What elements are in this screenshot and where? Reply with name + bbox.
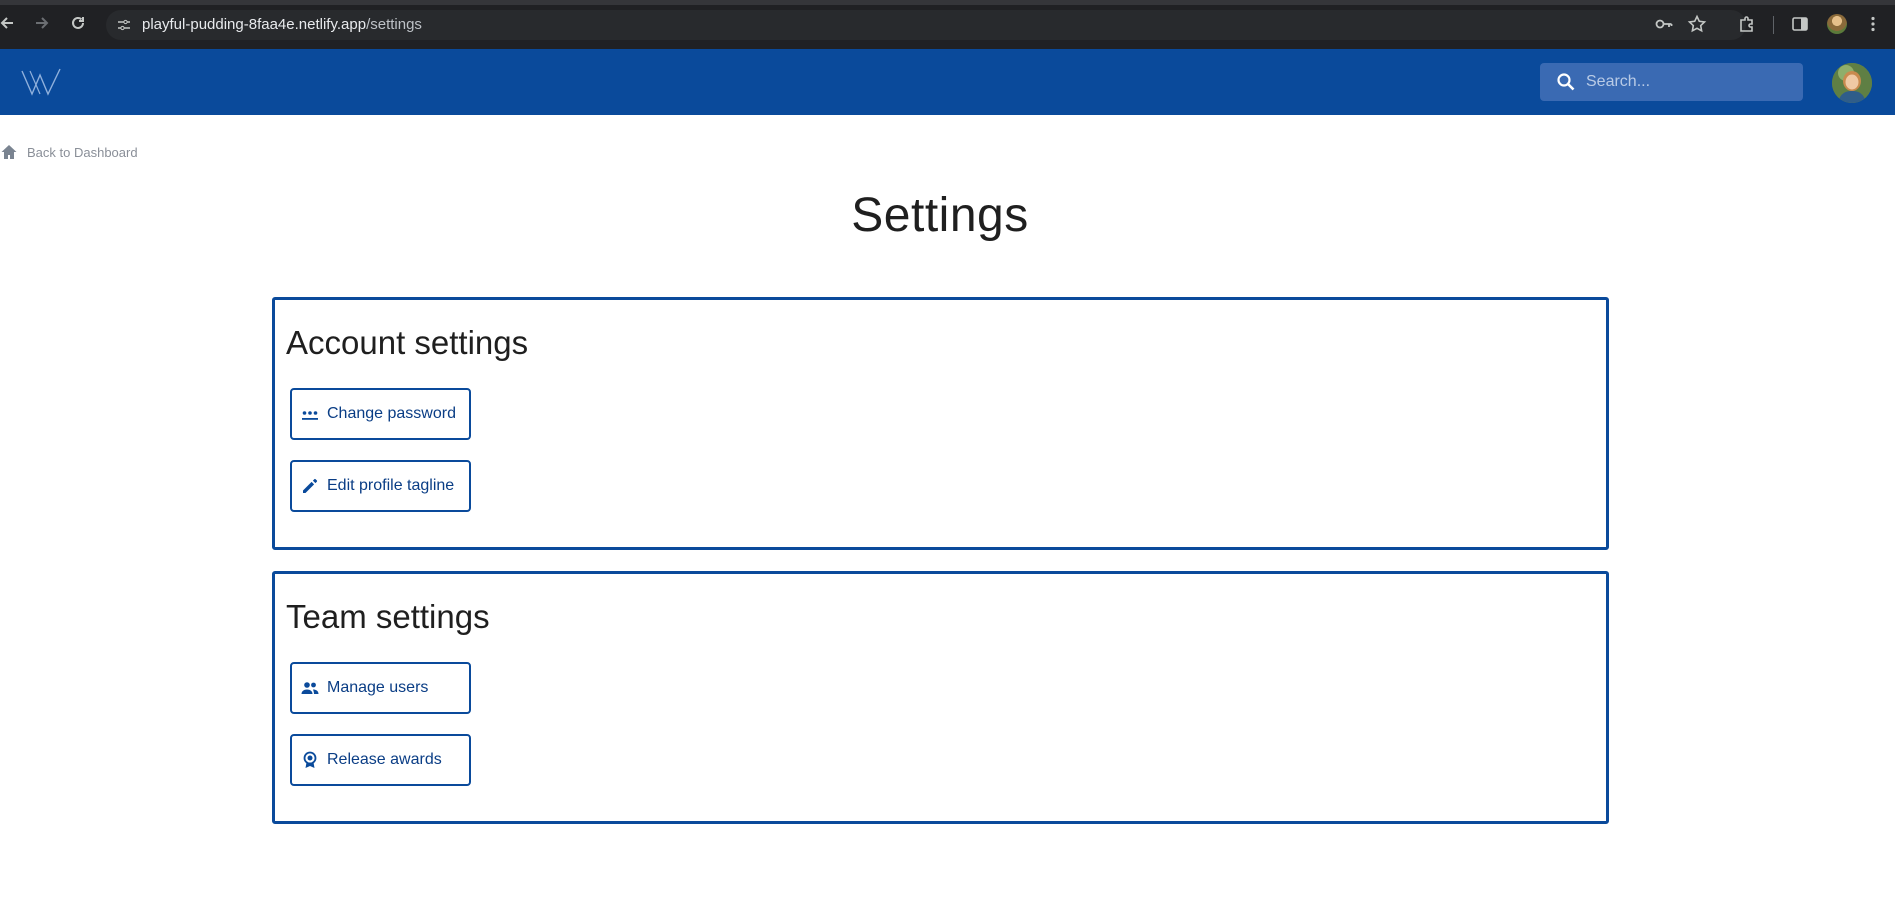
browser-profile-avatar[interactable] [1827, 14, 1847, 34]
url-text: playful-pudding-8faa4e.netlify.app/setti… [142, 10, 422, 40]
back-to-dashboard-link[interactable]: Back to Dashboard [0, 142, 138, 162]
button-label: Manage users [327, 679, 429, 696]
users-icon [301, 682, 319, 694]
search-box[interactable] [1540, 63, 1803, 101]
url-path: /settings [366, 16, 422, 33]
key-icon[interactable] [1654, 14, 1674, 34]
account-settings-section: Account settings Change password Edit pr… [272, 297, 1609, 550]
side-panel-icon[interactable] [1790, 14, 1810, 34]
edit-profile-tagline-button[interactable]: Edit profile tagline [290, 460, 471, 512]
manage-users-button[interactable]: Manage users [290, 662, 471, 714]
section-title: Team settings [286, 598, 490, 635]
browser-toolbar: playful-pudding-8faa4e.netlify.app/setti… [0, 0, 1895, 49]
address-bar[interactable]: playful-pudding-8faa4e.netlify.app/setti… [106, 10, 1746, 40]
back-icon[interactable] [0, 13, 17, 33]
section-title: Account settings [286, 324, 529, 361]
url-host: playful-pudding-8faa4e.netlify.app [142, 16, 367, 33]
team-settings-section: Team settings Manage users Release award… [272, 571, 1609, 824]
app-logo[interactable] [20, 67, 64, 97]
button-label: Edit profile tagline [327, 477, 455, 494]
toolbar-divider [1773, 16, 1774, 34]
app-header [0, 49, 1895, 115]
forward-icon[interactable] [32, 13, 52, 33]
user-avatar[interactable] [1832, 63, 1872, 103]
change-password-button[interactable]: Change password [290, 388, 471, 440]
browser-tab-strip [0, 0, 1895, 5]
password-icon [302, 411, 318, 420]
button-label: Change password [327, 405, 456, 422]
page-title: Settings [851, 189, 1029, 242]
award-icon [303, 751, 317, 768]
home-icon [1, 145, 17, 159]
search-input[interactable] [1586, 63, 1796, 101]
search-icon [1557, 73, 1575, 91]
button-label: Release awards [327, 751, 442, 768]
site-info-icon[interactable] [116, 17, 132, 33]
extensions-icon[interactable] [1737, 14, 1757, 34]
bookmark-star-icon[interactable] [1687, 14, 1707, 34]
pencil-icon [303, 478, 318, 493]
reload-icon[interactable] [68, 13, 88, 33]
breadcrumb-label: Back to Dashboard [27, 144, 138, 160]
more-menu-icon[interactable] [1863, 14, 1883, 34]
release-awards-button[interactable]: Release awards [290, 734, 471, 786]
